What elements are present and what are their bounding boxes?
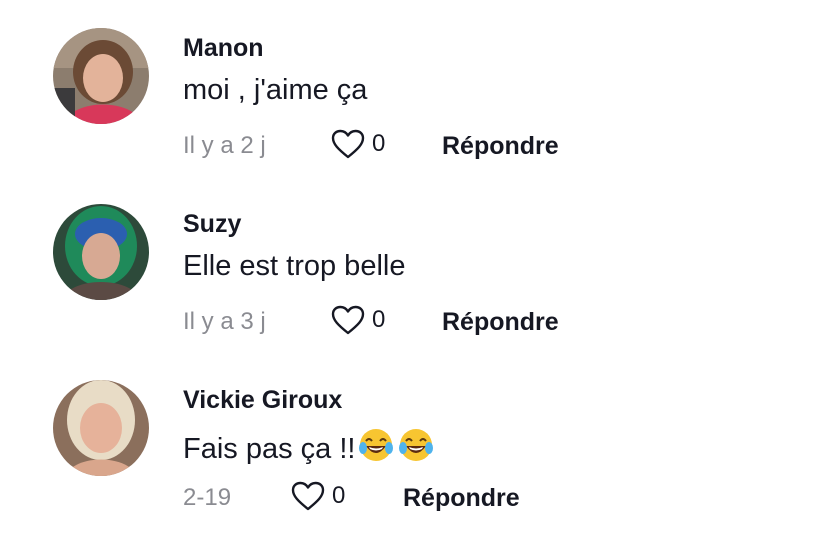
comment-meta: Il y a 2 j bbox=[183, 128, 266, 164]
comment-item: Manon moi , j'aime ça Il y a 2 j 0 Répon… bbox=[0, 0, 826, 170]
comment-item: Vickie Giroux Fais pas ça !! 2-19 0 Répo… bbox=[0, 352, 826, 522]
heart-outline-icon bbox=[291, 481, 325, 511]
comment-text: Elle est trop belle bbox=[183, 250, 406, 282]
comment-meta: Il y a 3 j bbox=[183, 304, 266, 340]
avatar-photo bbox=[53, 28, 149, 124]
comment-author[interactable]: Suzy bbox=[183, 210, 241, 239]
comment-timestamp: Il y a 3 j bbox=[183, 308, 266, 335]
heart-outline-icon bbox=[331, 305, 365, 335]
like-count: 0 bbox=[372, 306, 386, 333]
comment-timestamp: 2-19 bbox=[183, 484, 232, 511]
comment-timestamp: Il y a 2 j bbox=[183, 132, 266, 159]
like-count: 0 bbox=[332, 482, 346, 509]
avatar-photo bbox=[53, 204, 149, 300]
like-button[interactable]: 0 bbox=[330, 304, 385, 336]
reply-button[interactable]: Répondre bbox=[403, 484, 520, 513]
reply-button[interactable]: Répondre bbox=[442, 308, 559, 337]
face-with-tears-of-joy-icon bbox=[359, 429, 394, 461]
like-button[interactable]: 0 bbox=[290, 480, 345, 512]
comment-text: moi , j'aime ça bbox=[183, 74, 368, 106]
reply-button[interactable]: Répondre bbox=[442, 132, 559, 161]
heart-outline-icon bbox=[331, 129, 365, 159]
avatar[interactable] bbox=[53, 28, 149, 124]
comment-author[interactable]: Manon bbox=[183, 34, 264, 63]
face-with-tears-of-joy-icon bbox=[399, 429, 434, 461]
like-button[interactable]: 0 bbox=[330, 128, 385, 160]
comment-meta: 2-19 bbox=[183, 480, 231, 516]
avatar-photo bbox=[53, 380, 149, 476]
avatar[interactable] bbox=[53, 380, 149, 476]
comment-item: Suzy Elle est trop belle Il y a 3 j 0 Ré… bbox=[0, 176, 826, 346]
like-count: 0 bbox=[372, 130, 386, 157]
avatar[interactable] bbox=[53, 204, 149, 300]
comment-text: Fais pas ça !! bbox=[183, 426, 435, 466]
comment-author[interactable]: Vickie Giroux bbox=[183, 386, 342, 415]
comment-text-content: Fais pas ça !! bbox=[183, 433, 356, 465]
comments-list: Manon moi , j'aime ça Il y a 2 j 0 Répon… bbox=[0, 0, 826, 550]
